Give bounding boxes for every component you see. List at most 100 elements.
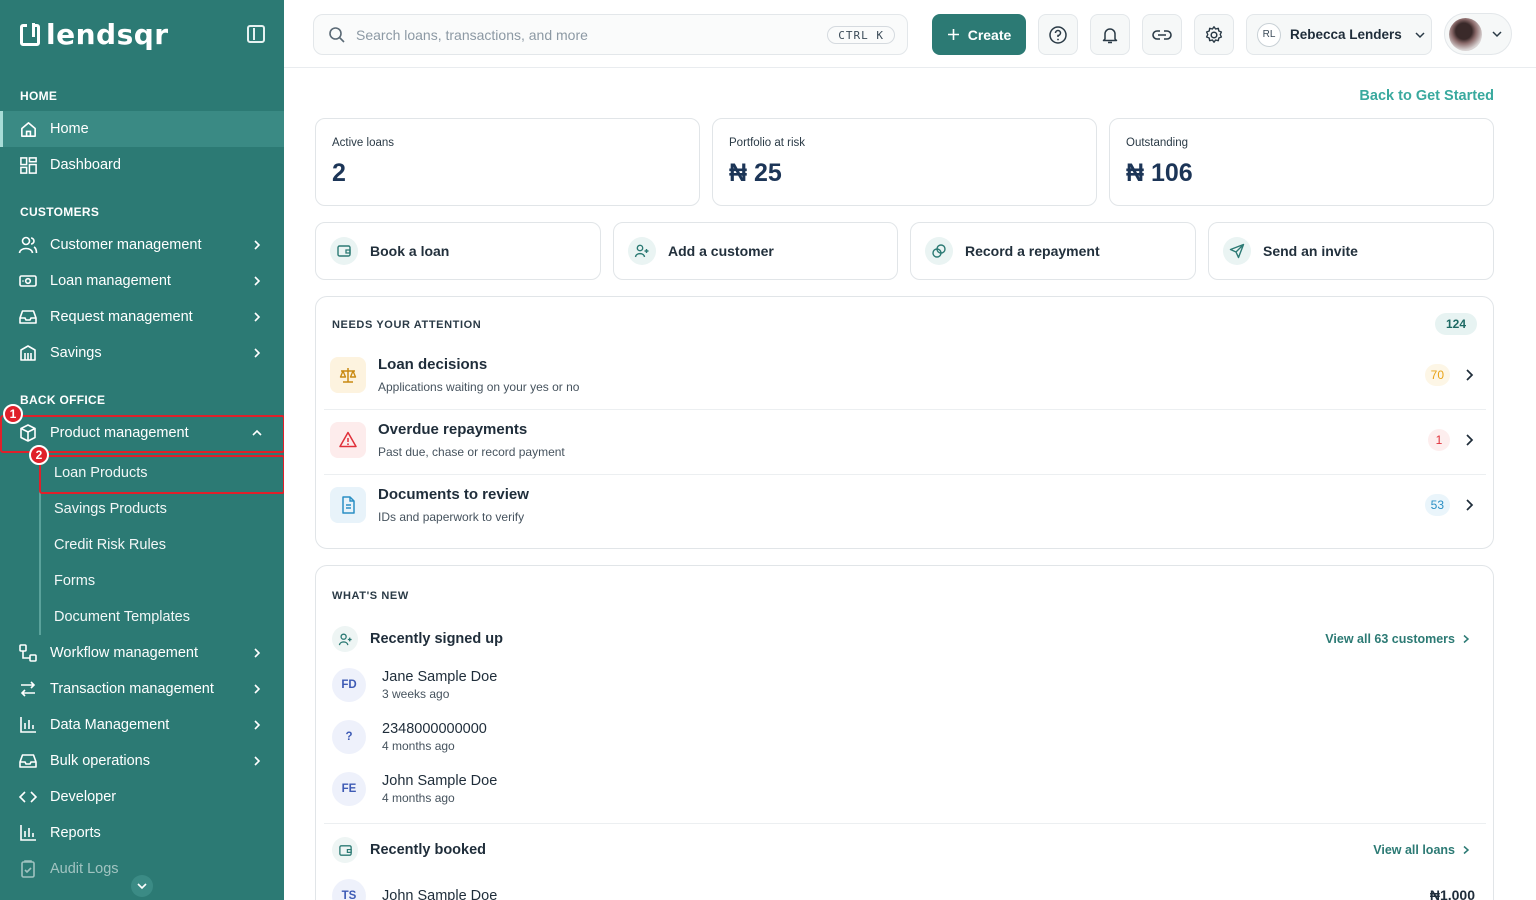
view-link-text: View all 63 customers (1325, 632, 1455, 646)
search-input[interactable]: Search loans, transactions, and more CTR… (313, 14, 908, 55)
sidebar-item-transaction-management[interactable]: Transaction management (0, 671, 284, 707)
sidebar-item-data-management[interactable]: Data Management (0, 707, 284, 743)
customer-name: John Sample Doe (382, 773, 498, 789)
sidebar-subitem-savings-products[interactable]: Savings Products (54, 501, 167, 517)
scale-icon (330, 357, 366, 393)
section-customers: CUSTOMERS (20, 205, 100, 219)
transfer-icon (18, 679, 38, 699)
customer-signup-time: 4 months ago (382, 791, 455, 805)
sidebar-subitem-credit-risk-rules[interactable]: Credit Risk Rules (54, 537, 166, 553)
attention-row-loan-decisions[interactable]: Loan decisions Applications waiting on y… (324, 345, 1486, 410)
attention-row-subtitle: IDs and paperwork to verify (378, 510, 525, 524)
customer-list-item[interactable]: FD Jane Sample Doe 3 weeks ago (332, 668, 497, 702)
action-label: Send an invite (1263, 243, 1358, 259)
sidebar-subitem-forms[interactable]: Forms (54, 573, 95, 589)
action-label: Record a repayment (965, 243, 1100, 259)
chevron-down-icon (137, 883, 147, 890)
notifications-button[interactable] (1090, 14, 1130, 55)
scroll-down-button[interactable] (131, 875, 153, 897)
view-all-loans-link[interactable]: View all loans (1373, 843, 1471, 857)
search-icon (329, 27, 345, 43)
sidebar-item-savings[interactable]: Savings (0, 335, 284, 371)
section-back-office: BACK OFFICE (20, 393, 106, 407)
user-menu-button[interactable]: RL Rebecca Lenders (1246, 14, 1432, 55)
wallet-icon (332, 837, 358, 863)
attention-row-subtitle: Applications waiting on your yes or no (378, 380, 580, 394)
stat-card-outstanding[interactable]: Outstanding ₦ 106 (1109, 118, 1494, 206)
stat-value: 2 (332, 159, 346, 187)
stat-card-active-loans[interactable]: Active loans 2 (315, 118, 700, 206)
stat-label: Active loans (332, 137, 395, 149)
stat-value: ₦ 106 (1126, 159, 1193, 187)
bar-chart-icon (18, 715, 38, 735)
avatar: ? (332, 720, 366, 754)
sidebar-item-reports[interactable]: Reports (0, 815, 284, 851)
attention-row-documents-to-review[interactable]: Documents to review IDs and paperwork to… (324, 475, 1486, 540)
sidebar-item-home[interactable]: Home (0, 111, 284, 147)
recently-booked-heading: Recently booked (332, 837, 486, 863)
gear-icon (1205, 25, 1223, 43)
chevron-right-icon (1466, 434, 1474, 446)
book-loan-button[interactable]: Book a loan (315, 222, 601, 280)
sidebar-item-label: Bulk operations (50, 753, 150, 769)
shortcut-hint: CTRL K (827, 26, 895, 44)
stat-card-portfolio-at-risk[interactable]: Portfolio at risk ₦ 25 (712, 118, 1097, 206)
sidebar-item-label: Workflow management (50, 645, 199, 661)
help-button[interactable] (1038, 14, 1078, 55)
attention-row-overdue-repayments[interactable]: Overdue repayments Past due, chase or re… (324, 410, 1486, 475)
attention-total-badge: 124 (1435, 313, 1477, 335)
avatar: TS (332, 879, 366, 900)
money-icon (18, 271, 38, 291)
add-customer-button[interactable]: Add a customer (613, 222, 898, 280)
record-repayment-button[interactable]: Record a repayment (910, 222, 1196, 280)
view-all-customers-link[interactable]: View all 63 customers (1325, 632, 1471, 646)
chevron-down-icon (1415, 31, 1425, 38)
chevron-right-icon (254, 240, 261, 250)
sidebar-item-label: Data Management (50, 717, 170, 733)
topbar: Search loans, transactions, and more CTR… (284, 0, 1536, 68)
whats-new-title: WHAT'S NEW (332, 590, 409, 602)
loan-amount: ₦1,000 (1429, 887, 1475, 900)
chevron-right-icon (1466, 369, 1474, 381)
create-button[interactable]: Create (932, 14, 1026, 55)
settings-button[interactable] (1194, 14, 1234, 55)
attention-count-badge: 70 (1424, 364, 1450, 386)
sidebar-item-label: Home (50, 121, 89, 137)
back-to-get-started-link[interactable]: Back to Get Started (1340, 88, 1494, 104)
sidebar-item-label: Loan management (50, 273, 171, 289)
chevron-right-icon (1466, 499, 1474, 511)
sidebar-item-request-management[interactable]: Request management (0, 299, 284, 335)
dashboard-icon (18, 155, 38, 175)
send-invite-button[interactable]: Send an invite (1208, 222, 1494, 280)
booked-loan-item[interactable]: TS John Sample Doe (332, 879, 497, 900)
attention-count-badge: 53 (1424, 494, 1450, 516)
chevron-right-icon (254, 276, 261, 286)
chevron-right-icon (254, 348, 261, 358)
sidebar-item-label: Developer (50, 789, 117, 805)
step-marker-1: 1 (3, 404, 23, 424)
sidebar-item-workflow-management[interactable]: Workflow management (0, 635, 284, 671)
lendsqr-logo[interactable]: lendsqr (20, 18, 169, 51)
attention-row-title: Loan decisions (378, 356, 488, 373)
sidebar-subitem-document-templates[interactable]: Document Templates (54, 609, 190, 625)
customer-list-item[interactable]: FE John Sample Doe 4 months ago (332, 772, 497, 806)
inbox-icon (18, 307, 38, 327)
sidebar-item-dashboard[interactable]: Dashboard (0, 147, 284, 183)
chevron-right-icon (1463, 634, 1470, 644)
sidebar-item-customer-management[interactable]: Customer management (0, 227, 284, 263)
sidebar-item-label: Request management (50, 309, 193, 325)
collapse-sidebar-icon[interactable] (247, 25, 265, 43)
link-button[interactable] (1142, 14, 1182, 55)
profile-menu-button[interactable] (1444, 13, 1512, 55)
users-icon (18, 235, 38, 255)
search-placeholder: Search loans, transactions, and more (356, 26, 588, 43)
sidebar-item-bulk-operations[interactable]: Bulk operations (0, 743, 284, 779)
sidebar-item-developer[interactable]: Developer (0, 779, 284, 815)
document-icon (330, 487, 366, 523)
section-divider (324, 823, 1486, 824)
avatar: FE (332, 772, 366, 806)
customer-name: John Sample Doe (382, 888, 498, 900)
customer-list-item[interactable]: ? 2348000000000 4 months ago (332, 720, 487, 754)
sidebar-item-loan-management[interactable]: Loan management (0, 263, 284, 299)
recently-signed-up-heading: Recently signed up (332, 626, 503, 652)
